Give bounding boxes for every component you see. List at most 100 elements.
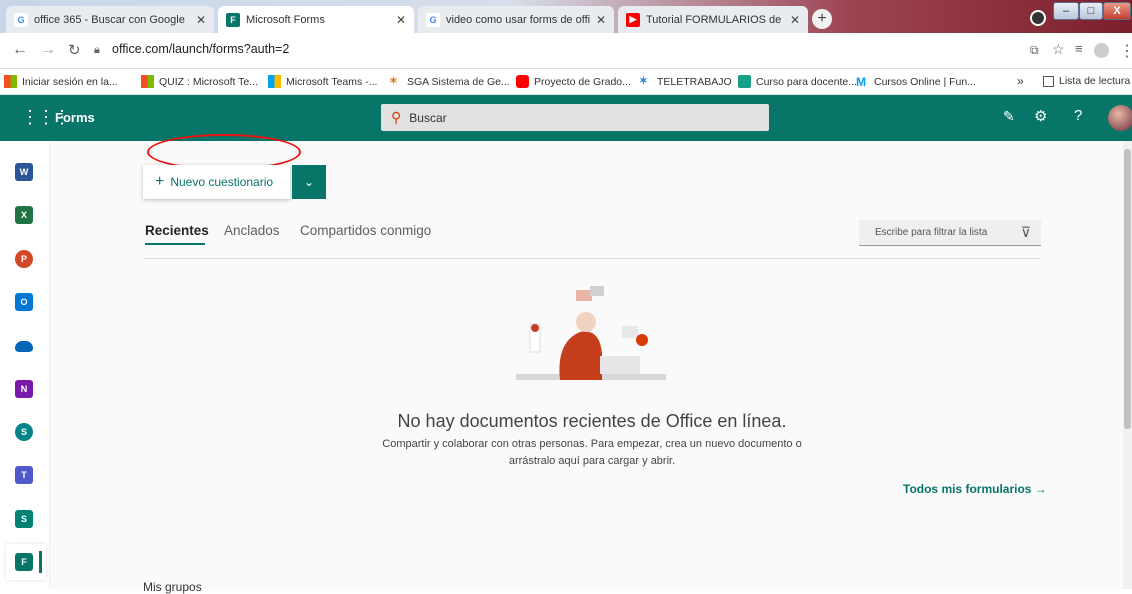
new-quiz-button[interactable]: + Nuevo cuestionario bbox=[143, 165, 290, 199]
search-placeholder: Buscar bbox=[409, 110, 447, 125]
bookmark-label: TELETRABAJO bbox=[657, 75, 732, 88]
bookmarks-bar: Iniciar sesión en la... QUIZ : Microsoft… bbox=[0, 69, 1132, 95]
reload-icon[interactable]: ↻ bbox=[68, 41, 81, 59]
close-icon[interactable]: ✕ bbox=[396, 13, 406, 27]
tab-title: Tutorial FORMULARIOS de Mi bbox=[646, 13, 784, 26]
bookmark-item[interactable]: ✶ TELETRABAJO bbox=[639, 75, 732, 88]
more-bookmarks-icon[interactable]: » bbox=[1017, 74, 1024, 88]
scrollbar-thumb[interactable] bbox=[1124, 149, 1131, 429]
divider bbox=[143, 258, 1041, 259]
back-icon[interactable]: ← bbox=[12, 41, 28, 59]
app-title[interactable]: Forms bbox=[55, 110, 95, 125]
gear-icon[interactable]: ⚙ bbox=[1034, 107, 1047, 125]
excel-icon[interactable]: X bbox=[15, 206, 33, 224]
chevron-down-icon: ⌄ bbox=[303, 175, 315, 189]
address-bar: ← → ↻ 🔒︎ office.com/launch/forms?auth=2 … bbox=[0, 33, 1132, 69]
new-quiz-label: Nuevo cuestionario bbox=[170, 175, 274, 189]
search-input[interactable]: ⚲ Buscar bbox=[381, 104, 769, 131]
active-tab-underline bbox=[145, 243, 205, 245]
all-forms-link[interactable]: Todos mis formularios → bbox=[903, 482, 1047, 496]
word-icon[interactable]: W bbox=[15, 163, 33, 181]
avatar[interactable] bbox=[1108, 105, 1132, 131]
filter-icon[interactable]: ⊽ bbox=[1021, 224, 1031, 241]
forms-rail-item[interactable]: F bbox=[6, 544, 46, 580]
sga-icon: ✶ bbox=[389, 75, 398, 87]
sharepoint-icon[interactable]: S bbox=[15, 423, 33, 441]
onenote-icon[interactable]: N bbox=[15, 380, 33, 398]
avatar-icon[interactable] bbox=[1094, 43, 1109, 58]
tab-google-search[interactable]: G office 365 - Buscar con Google ✕ bbox=[6, 6, 214, 33]
bookmark-label: Microsoft Teams -... bbox=[286, 75, 378, 88]
empty-subtitle-2: arrástralo aquí para cargar y abrir. bbox=[508, 455, 676, 467]
reading-list-icon[interactable]: ≡ bbox=[1075, 41, 1083, 56]
tab-video-search[interactable]: G video como usar forms de office ✕ bbox=[418, 6, 614, 33]
forms-icon: F bbox=[15, 553, 33, 571]
empty-title: No hay documentos recientes de Office en… bbox=[397, 411, 787, 431]
bookmark-label: Proyecto de Grado... bbox=[534, 75, 631, 88]
empty-state-illustration bbox=[516, 286, 666, 380]
bookmark-item[interactable]: Microsoft Teams -... bbox=[268, 75, 377, 88]
close-icon[interactable]: ✕ bbox=[196, 13, 206, 27]
bookmark-item[interactable]: Proyecto de Grado... bbox=[516, 75, 631, 88]
close-window-button[interactable]: X bbox=[1103, 2, 1131, 20]
filter-placeholder: Escribe para filtrar la lista bbox=[875, 227, 988, 238]
share-icon[interactable]: ⧉ bbox=[1030, 43, 1039, 58]
sway-icon[interactable]: S bbox=[15, 510, 33, 528]
microsoft-icon bbox=[268, 75, 281, 88]
help-icon[interactable]: ? bbox=[1074, 107, 1082, 124]
profile-menu-icon[interactable] bbox=[1030, 10, 1046, 26]
search-icon: ⚲ bbox=[391, 109, 402, 125]
minimize-button[interactable]: – bbox=[1053, 2, 1079, 20]
forms-icon: F bbox=[226, 12, 240, 27]
close-icon[interactable]: ✕ bbox=[790, 13, 800, 27]
bookmark-item[interactable]: QUIZ : Microsoft Te... bbox=[141, 75, 258, 88]
new-dropdown-button[interactable]: ⌄ bbox=[292, 165, 326, 199]
reading-list-label: Lista de lectura bbox=[1059, 75, 1131, 87]
teams-icon[interactable]: T bbox=[15, 466, 33, 484]
tab-anclados[interactable]: Anclados bbox=[224, 223, 280, 238]
bookmark-item[interactable]: M Cursos Online | Fun... bbox=[856, 75, 976, 89]
forward-icon[interactable]: → bbox=[40, 41, 56, 59]
active-indicator bbox=[39, 551, 42, 573]
lock-icon: 🔒︎ bbox=[94, 44, 100, 56]
tab-microsoft-forms[interactable]: F Microsoft Forms ✕ bbox=[218, 6, 414, 33]
new-tab-button[interactable]: + bbox=[812, 9, 832, 29]
onedrive-icon[interactable] bbox=[15, 341, 33, 352]
bookmark-label: Curso para docente... bbox=[756, 75, 857, 88]
bookmark-label: Iniciar sesión en la... bbox=[22, 75, 118, 88]
star-icon[interactable]: ☆ bbox=[1052, 41, 1065, 58]
scrollbar[interactable] bbox=[1123, 141, 1132, 589]
person-shape bbox=[559, 331, 602, 380]
url-field[interactable]: office.com/launch/forms?auth=2 bbox=[112, 42, 289, 56]
bookmark-label: SGA Sistema de Ge... bbox=[407, 75, 510, 88]
filter-input[interactable]: Escribe para filtrar la lista ⊽ bbox=[859, 220, 1041, 246]
tab-compartidos[interactable]: Compartidos conmigo bbox=[300, 223, 431, 238]
tab-youtube-tutorial[interactable]: ▶ Tutorial FORMULARIOS de Mi ✕ bbox=[618, 6, 808, 33]
close-icon[interactable]: ✕ bbox=[596, 13, 606, 27]
laptop-shape bbox=[600, 356, 640, 374]
browser-tab-strip: G office 365 - Buscar con Google ✕ F Mic… bbox=[0, 0, 1132, 33]
outlook-icon[interactable]: O bbox=[15, 293, 33, 311]
more-icon[interactable]: ⋮ bbox=[1119, 41, 1132, 61]
movistar-icon: M bbox=[856, 75, 866, 89]
bookmark-item[interactable]: Iniciar sesión en la... bbox=[4, 75, 118, 88]
reading-list-button[interactable]: Lista de lectura bbox=[1043, 75, 1130, 87]
youtube-icon: ▶ bbox=[626, 12, 640, 27]
app-header: ⋮⋮⋮ Forms ⚲ Buscar ✎ ⚙ ? bbox=[0, 95, 1132, 141]
bookmark-item[interactable]: Curso para docente... bbox=[738, 75, 857, 88]
feedback-icon[interactable]: ✎ bbox=[1003, 108, 1015, 125]
empty-subtitle-1: Compartir y colaborar con otras personas… bbox=[382, 438, 802, 450]
maximize-button[interactable]: □ bbox=[1079, 2, 1103, 20]
dot-shape bbox=[531, 324, 539, 332]
powerpoint-icon[interactable]: P bbox=[15, 250, 33, 268]
envelope-shape bbox=[590, 286, 604, 296]
envelope-shape bbox=[576, 290, 592, 301]
reading-list-icon bbox=[1043, 75, 1054, 87]
my-groups-heading: Mis grupos bbox=[143, 580, 202, 594]
bookmark-label: Cursos Online | Fun... bbox=[874, 75, 976, 88]
tab-recientes[interactable]: Recientes bbox=[145, 223, 209, 238]
sga-icon: ✶ bbox=[639, 75, 648, 87]
tab-title: office 365 - Buscar con Google bbox=[34, 13, 185, 26]
bookmark-item[interactable]: ✶ SGA Sistema de Ge... bbox=[389, 75, 510, 88]
chat-bubble-shape bbox=[622, 326, 638, 338]
